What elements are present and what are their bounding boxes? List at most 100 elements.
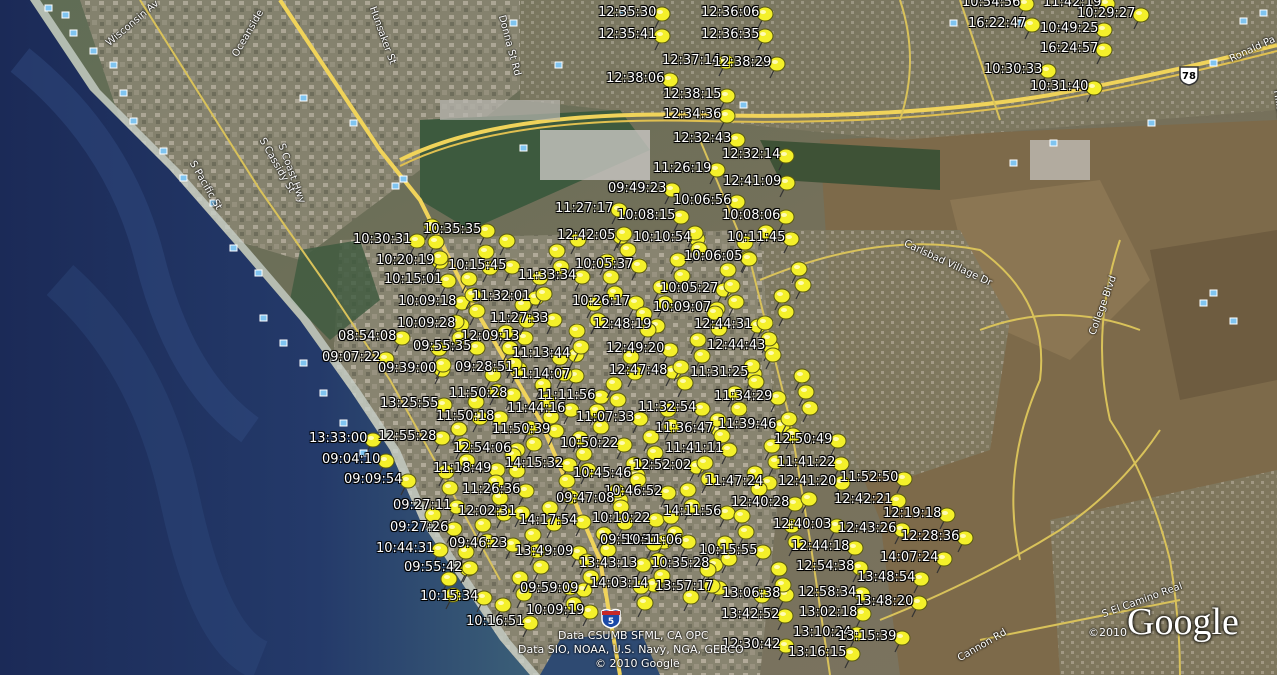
- pushpin-icon[interactable]: [756, 28, 774, 51]
- pushpin-icon[interactable]: [938, 507, 956, 530]
- place-marker-icon[interactable]: [44, 4, 53, 12]
- pushpin-icon[interactable]: [769, 390, 787, 413]
- place-marker-icon[interactable]: [89, 47, 98, 55]
- pushpin-icon[interactable]: [718, 88, 736, 111]
- pushpin-icon[interactable]: [468, 303, 486, 326]
- pushpin-icon[interactable]: [829, 433, 847, 456]
- pushpin-icon[interactable]: [545, 312, 563, 335]
- pushpin-icon[interactable]: [1132, 7, 1150, 30]
- pushpin-icon[interactable]: [854, 606, 872, 629]
- pushpin-icon[interactable]: [843, 646, 861, 669]
- place-marker-icon[interactable]: [319, 389, 328, 397]
- pushpin-icon[interactable]: [956, 530, 974, 553]
- place-marker-icon[interactable]: [1259, 9, 1268, 17]
- place-marker-icon[interactable]: [349, 119, 358, 127]
- pushpin-icon[interactable]: [693, 401, 711, 424]
- pushpin-icon[interactable]: [573, 269, 591, 292]
- pushpin-icon[interactable]: [399, 473, 417, 496]
- place-marker-icon[interactable]: [1229, 317, 1238, 325]
- pushpin-icon[interactable]: [661, 342, 679, 365]
- place-marker-icon[interactable]: [949, 19, 958, 27]
- pushpin-icon[interactable]: [764, 347, 782, 370]
- place-marker-icon[interactable]: [299, 94, 308, 102]
- pushpin-icon[interactable]: [468, 340, 486, 363]
- place-marker-icon[interactable]: [391, 182, 400, 190]
- place-marker-icon[interactable]: [129, 117, 138, 125]
- pushpin-icon[interactable]: [521, 615, 539, 638]
- pushpin-icon[interactable]: [653, 6, 671, 29]
- pushpin-icon[interactable]: [535, 286, 553, 309]
- place-marker-icon[interactable]: [69, 29, 78, 37]
- place-marker-icon[interactable]: [119, 89, 128, 97]
- pushpin-icon[interactable]: [532, 559, 550, 582]
- place-marker-icon[interactable]: [254, 269, 263, 277]
- place-marker-icon[interactable]: [179, 174, 188, 182]
- pushpin-icon[interactable]: [778, 175, 796, 198]
- pushpin-icon[interactable]: [525, 436, 543, 459]
- pushpin-icon[interactable]: [794, 277, 812, 300]
- place-marker-icon[interactable]: [554, 61, 563, 69]
- pushpin-icon[interactable]: [1023, 17, 1041, 40]
- pushpin-icon[interactable]: [893, 630, 911, 653]
- pushpin-icon[interactable]: [912, 571, 930, 594]
- pushpin-icon[interactable]: [776, 608, 794, 631]
- pushpin-icon[interactable]: [756, 6, 774, 29]
- pushpin-icon[interactable]: [777, 209, 795, 232]
- pushpin-icon[interactable]: [433, 430, 451, 453]
- place-marker-icon[interactable]: [279, 339, 288, 347]
- pushpin-icon[interactable]: [777, 148, 795, 171]
- pushpin-icon[interactable]: [782, 231, 800, 254]
- pushpin-icon[interactable]: [768, 56, 786, 79]
- pushpin-icon[interactable]: [754, 544, 772, 567]
- place-marker-icon[interactable]: [739, 101, 748, 109]
- pushpin-icon[interactable]: [647, 512, 665, 535]
- pushpin-icon[interactable]: [574, 514, 592, 537]
- pushpin-icon[interactable]: [720, 442, 738, 465]
- place-marker-icon[interactable]: [229, 244, 238, 252]
- pushpin-icon[interactable]: [801, 400, 819, 423]
- place-marker-icon[interactable]: [259, 314, 268, 322]
- place-marker-icon[interactable]: [519, 144, 528, 152]
- pushpin-icon[interactable]: [615, 437, 633, 460]
- pushpin-icon[interactable]: [408, 233, 426, 256]
- pushpin-icon[interactable]: [672, 209, 690, 232]
- pushpin-icon[interactable]: [630, 258, 648, 281]
- place-marker-icon[interactable]: [1209, 289, 1218, 297]
- pushpin-icon[interactable]: [517, 483, 535, 506]
- pushpin-icon[interactable]: [393, 330, 411, 353]
- pushpin-icon[interactable]: [895, 471, 913, 494]
- place-marker-icon[interactable]: [1147, 119, 1156, 127]
- pushpin-icon[interactable]: [461, 560, 479, 583]
- pushpin-icon[interactable]: [1095, 22, 1113, 45]
- satellite-map[interactable]: 12:35:30 12:36:06 12:35:41 12:36:35 12:37:14…: [0, 0, 1277, 675]
- pushpin-icon[interactable]: [1085, 80, 1103, 103]
- pushpin-icon[interactable]: [718, 108, 736, 131]
- place-marker-icon[interactable]: [1239, 17, 1248, 25]
- pushpin-icon[interactable]: [498, 233, 516, 256]
- pushpin-icon[interactable]: [636, 595, 654, 618]
- place-marker-icon[interactable]: [61, 11, 70, 19]
- place-marker-icon[interactable]: [1199, 299, 1208, 307]
- pushpin-icon[interactable]: [653, 28, 671, 51]
- pushpin-icon[interactable]: [581, 604, 599, 627]
- pushpin-icon[interactable]: [910, 595, 928, 618]
- pushpin-icon[interactable]: [679, 534, 697, 557]
- pushpin-icon[interactable]: [935, 551, 953, 574]
- place-marker-icon[interactable]: [1049, 139, 1058, 147]
- pushpin-icon[interactable]: [740, 251, 758, 274]
- place-marker-icon[interactable]: [1009, 159, 1018, 167]
- pushpin-icon[interactable]: [475, 590, 493, 613]
- pushpin-icon[interactable]: [777, 304, 795, 327]
- pushpin-icon[interactable]: [1095, 42, 1113, 65]
- place-marker-icon[interactable]: [109, 61, 118, 69]
- pushpin-icon[interactable]: [631, 411, 649, 434]
- place-marker-icon[interactable]: [399, 175, 408, 183]
- pushpin-icon[interactable]: [478, 223, 496, 246]
- place-marker-icon[interactable]: [1209, 59, 1218, 67]
- pushpin-icon[interactable]: [439, 273, 457, 296]
- pushpin-icon[interactable]: [800, 491, 818, 514]
- pushpin-icon[interactable]: [727, 294, 745, 317]
- place-marker-icon[interactable]: [339, 419, 348, 427]
- place-marker-icon[interactable]: [509, 19, 518, 27]
- place-marker-icon[interactable]: [159, 147, 168, 155]
